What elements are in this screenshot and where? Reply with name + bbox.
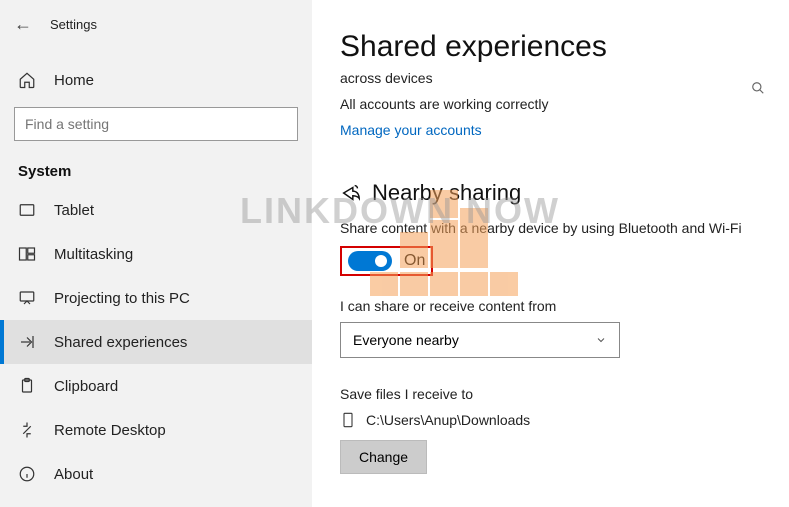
- share-icon: [340, 182, 362, 204]
- projecting-icon: [18, 289, 36, 307]
- sidebar-item-label: Multitasking: [54, 246, 133, 263]
- sidebar-item-projecting[interactable]: Projecting to this PC: [0, 276, 312, 320]
- nearby-toggle-row: On: [340, 246, 765, 276]
- subline-1: across devices: [340, 70, 765, 86]
- nearby-toggle[interactable]: [348, 251, 392, 271]
- manage-accounts-link[interactable]: Manage your accounts: [340, 122, 482, 138]
- sidebar-item-clipboard[interactable]: Clipboard: [0, 364, 312, 408]
- content-area: Shared experiences across devices All ac…: [312, 0, 789, 507]
- save-path-row: C:\Users\Anup\Downloads: [340, 410, 765, 430]
- sidebar-item-multitasking[interactable]: Multitasking: [0, 232, 312, 276]
- highlight-outline: On: [340, 246, 433, 276]
- change-button[interactable]: Change: [340, 440, 427, 474]
- share-from-select[interactable]: Everyone nearby: [340, 322, 620, 358]
- sidebar-item-label: Clipboard: [54, 378, 118, 395]
- window-topbar: ← Settings: [0, 8, 312, 41]
- subline-2: All accounts are working correctly: [340, 96, 765, 112]
- sidebar: ← Settings Home System Tablet Multitaski…: [0, 0, 312, 507]
- sidebar-item-label: Tablet: [54, 202, 94, 219]
- remote-icon: [18, 421, 36, 439]
- sidebar-item-tablet[interactable]: Tablet: [0, 188, 312, 232]
- window-title: Settings: [50, 17, 97, 32]
- clipboard-icon: [18, 377, 36, 395]
- share-from-value: Everyone nearby: [353, 332, 459, 348]
- sidebar-category: System: [0, 141, 312, 188]
- sidebar-item-label: About: [54, 466, 93, 483]
- nearby-sharing-title: Nearby sharing: [372, 180, 521, 206]
- shared-icon: [18, 333, 36, 351]
- sidebar-item-about[interactable]: About: [0, 452, 312, 496]
- multitasking-icon: [18, 245, 36, 263]
- sidebar-home-label: Home: [54, 72, 94, 89]
- sidebar-item-shared-experiences[interactable]: Shared experiences: [0, 320, 312, 364]
- back-icon[interactable]: ←: [14, 14, 32, 35]
- about-icon: [18, 465, 36, 483]
- sidebar-item-label: Projecting to this PC: [54, 290, 190, 307]
- search-input[interactable]: [14, 107, 298, 141]
- save-path: C:\Users\Anup\Downloads: [366, 412, 530, 428]
- sidebar-item-label: Remote Desktop: [54, 422, 166, 439]
- toggle-state-label: On: [404, 252, 425, 270]
- save-to-label: Save files I receive to: [340, 386, 765, 402]
- nearby-sharing-heading: Nearby sharing: [340, 180, 765, 206]
- sidebar-item-remote-desktop[interactable]: Remote Desktop: [0, 408, 312, 452]
- page-title: Shared experiences: [340, 30, 765, 64]
- sidebar-item-label: Shared experiences: [54, 334, 187, 351]
- search-wrap: [0, 107, 312, 141]
- tablet-icon: [18, 201, 36, 219]
- nearby-desc: Share content with a nearby device by us…: [340, 220, 765, 236]
- sidebar-home[interactable]: Home: [0, 59, 312, 99]
- share-from-label: I can share or receive content from: [340, 298, 765, 314]
- home-icon: [18, 71, 36, 89]
- device-icon: [340, 410, 356, 430]
- chevron-down-icon: [595, 334, 607, 346]
